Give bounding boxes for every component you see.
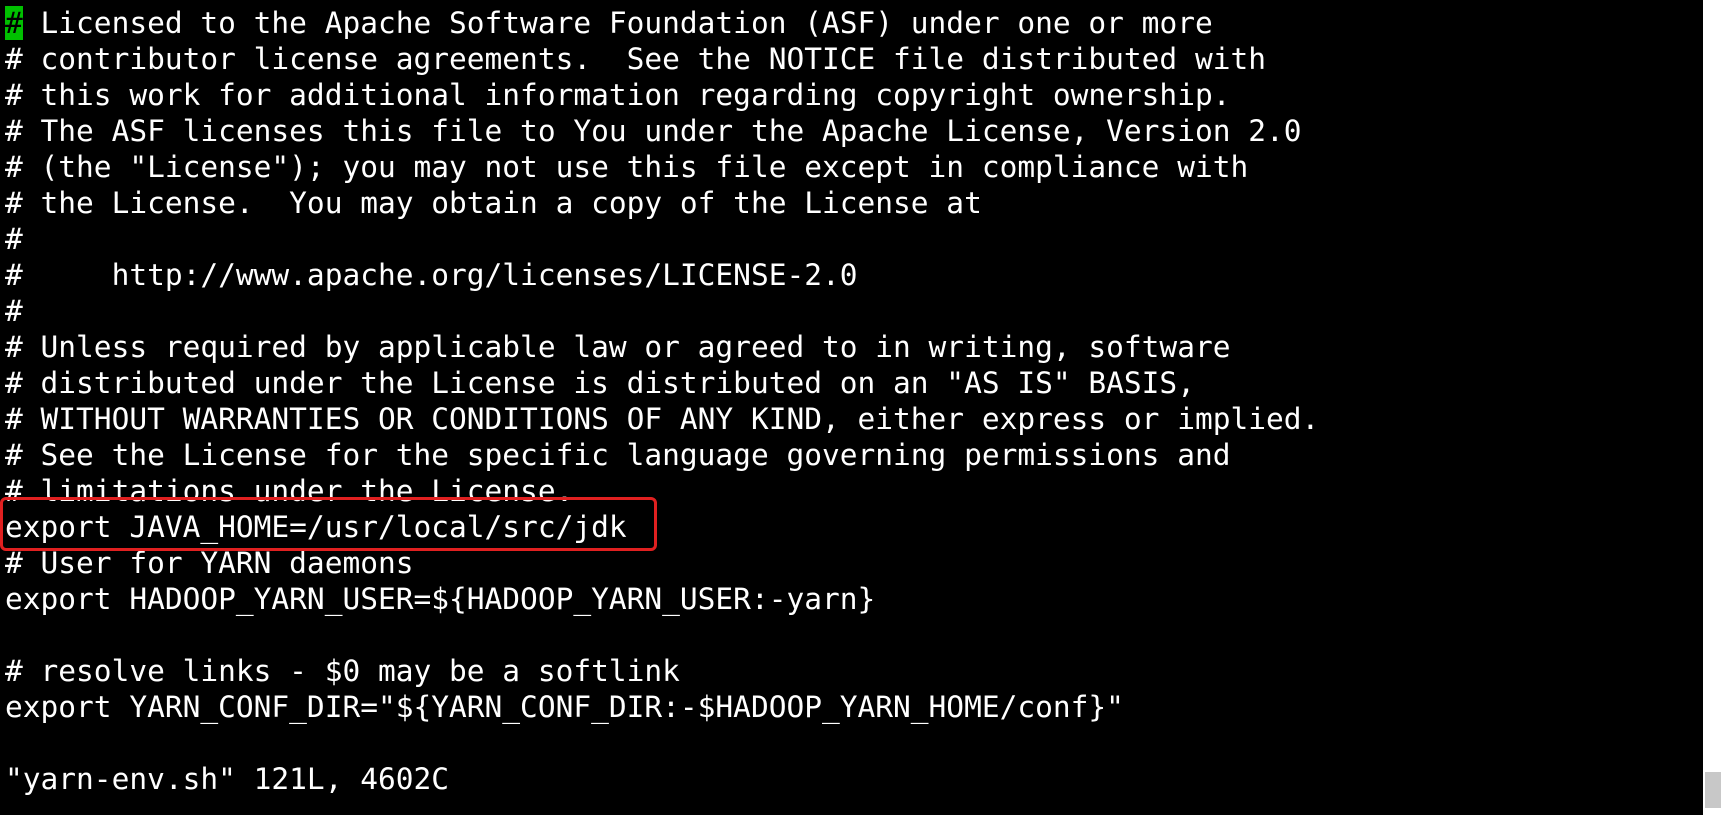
editor-line-4: # The ASF licenses this file to You unde… xyxy=(5,114,1302,148)
editor-line-19: # resolve links - $0 may be a softlink xyxy=(5,654,680,688)
editor-line-8: # http://www.apache.org/licenses/LICENSE… xyxy=(5,258,858,292)
highlight-annotation-box xyxy=(0,497,657,551)
editor-line-12: # WITHOUT WARRANTIES OR CONDITIONS OF AN… xyxy=(5,402,1320,436)
editor-line-2: # contributor license agreements. See th… xyxy=(5,42,1266,76)
editor-line-5: # (the "License"); you may not use this … xyxy=(5,150,1249,184)
terminal-editor[interactable]: # Licensed to the Apache Software Founda… xyxy=(0,0,1723,815)
vertical-scrollbar[interactable] xyxy=(1703,0,1723,815)
editor-line-1: # Licensed to the Apache Software Founda… xyxy=(5,5,1213,41)
status-line: "yarn-env.sh" 121L, 4602C xyxy=(5,762,450,796)
editor-line-6: # the License. You may obtain a copy of … xyxy=(5,186,982,220)
editor-line-9: # xyxy=(5,294,23,328)
editor-line-1-text: Licensed to the Apache Software Foundati… xyxy=(22,6,1213,40)
text-cursor: # xyxy=(5,6,23,40)
editor-line-3: # this work for additional information r… xyxy=(5,78,1231,112)
editor-line-20: export YARN_CONF_DIR="${YARN_CONF_DIR:-$… xyxy=(5,690,1124,724)
editor-line-7: # xyxy=(5,222,23,256)
editor-line-10: # Unless required by applicable law or a… xyxy=(5,330,1231,364)
editor-line-11: # distributed under the License is distr… xyxy=(5,366,1195,400)
scrollbar-thumb[interactable] xyxy=(1705,772,1721,808)
editor-line-17: export HADOOP_YARN_USER=${HADOOP_YARN_US… xyxy=(5,582,876,616)
editor-line-13: # See the License for the specific langu… xyxy=(5,438,1231,472)
